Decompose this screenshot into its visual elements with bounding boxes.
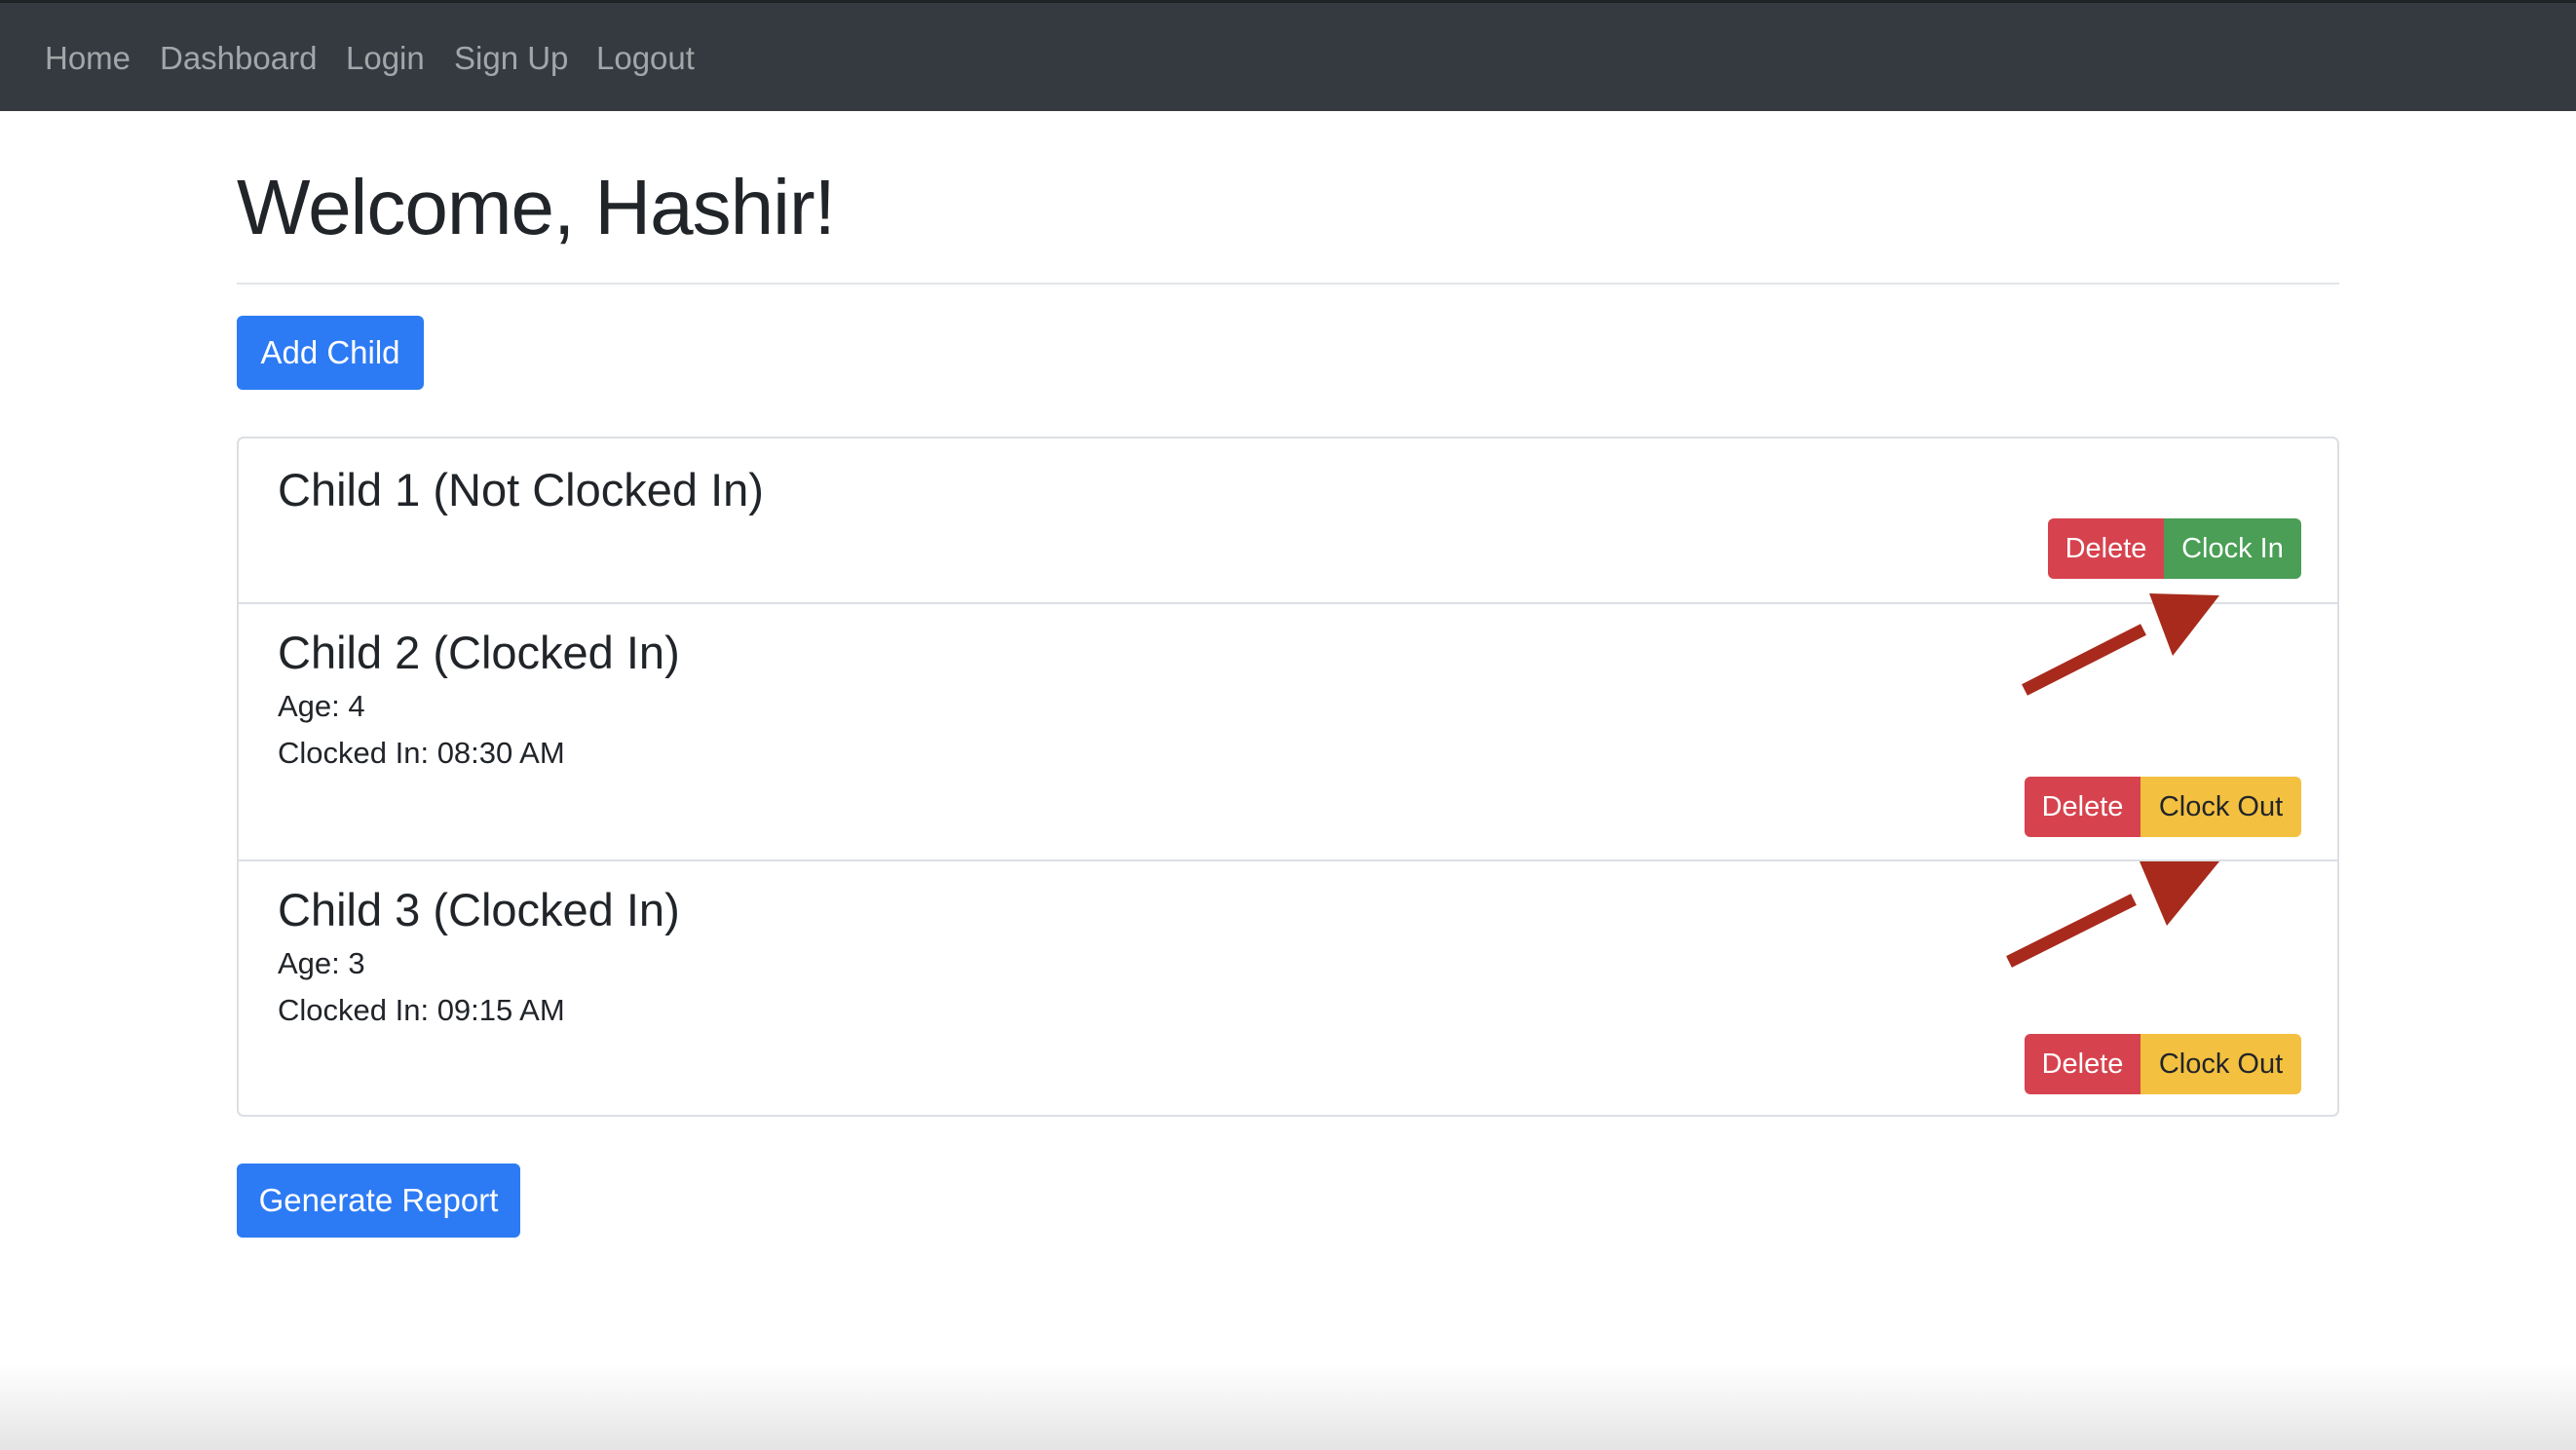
generate-report-button[interactable]: Generate Report bbox=[237, 1164, 520, 1238]
annotation-arrow-icon bbox=[2022, 593, 2219, 696]
window-bottom-shadow bbox=[0, 1364, 2576, 1450]
annotation-arrow-icon bbox=[2006, 861, 2219, 968]
